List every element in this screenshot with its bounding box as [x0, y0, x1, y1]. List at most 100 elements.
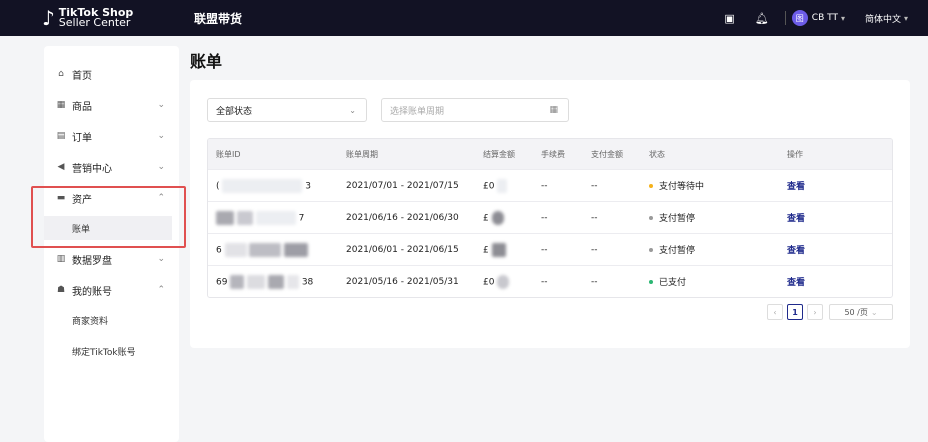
sidebar-item-label: 账单 [72, 224, 91, 235]
redacted-bill-id [216, 210, 234, 225]
bill-id-end: 7 [298, 213, 305, 223]
redacted-bill-id [236, 210, 253, 225]
app-section-title: 联盟带货 [194, 11, 243, 26]
column-header-period: 账单周期 [346, 149, 378, 159]
chevron-down-icon: ⌄ [157, 162, 165, 172]
bell-icon[interactable]: 🔔︎ [755, 12, 769, 25]
status-badge: 支付等待中 [659, 182, 705, 192]
redacted-amount [491, 210, 504, 225]
sidebar-item-assets[interactable]: ▬ 资产 ⌃ [44, 186, 179, 210]
view-bill-link[interactable]: 查看 [787, 182, 805, 192]
chevron-up-icon: ⌃ [157, 285, 165, 295]
view-bill-link[interactable]: 查看 [787, 214, 805, 224]
chevron-down-icon: ⌄ [349, 105, 356, 115]
sidebar-item-label: 数据罗盘 [72, 255, 112, 267]
language-label: 简体中文 [864, 14, 901, 25]
bill-amount: £ [483, 213, 489, 223]
wallet-icon: ▬ [56, 193, 66, 203]
prev-page-button[interactable]: ‹ [767, 304, 783, 320]
pagination: ‹ 1 › 50 /页 ⌄ [763, 304, 893, 320]
redacted-bill-id [247, 274, 266, 289]
redacted-bill-id [224, 242, 247, 257]
sidebar-item-label: 商品 [72, 101, 92, 113]
column-header-paid: 支付金额 [591, 149, 623, 159]
chevron-down-icon: ▾ [840, 13, 845, 23]
bill-period: 2021/07/01 - 2021/07/15 [346, 180, 459, 191]
sidebar-subitem-merchant-profile[interactable]: 商家资料 [44, 308, 179, 332]
logo-line2: Seller Center [58, 16, 131, 29]
redacted-bill-id [268, 274, 285, 289]
bill-amount: £0 [483, 181, 495, 191]
status-dot [649, 183, 653, 188]
redacted-bill-id [222, 178, 303, 193]
column-header-amount: 结算金额 [483, 149, 515, 159]
bills-table: 账单ID 账单周期 结算金额 手续费 支付金额 状态 操作 ( 3 2021/0… [207, 138, 893, 298]
chart-icon: ▥ [56, 254, 66, 264]
megaphone-icon: ◀ [57, 162, 65, 172]
bill-id-start: 6 [216, 245, 222, 255]
sidebar-item-marketing[interactable]: ◀ 营销中心 ⌄ [44, 155, 179, 179]
sidebar-item-label: 首页 [72, 70, 92, 82]
view-bill-link[interactable]: 查看 [787, 278, 805, 288]
bill-period: 2021/05/16 - 2021/05/31 [346, 276, 459, 287]
sidebar-item-label: 商家资料 [72, 316, 109, 327]
sidebar-subitem-bills[interactable]: 账单 [44, 216, 172, 240]
column-header-bill-id: 账单ID [216, 149, 241, 159]
sidebar-item-orders[interactable]: ▤ 订单 ⌄ [44, 124, 179, 148]
status-dot [649, 279, 653, 284]
status-filter-select[interactable]: 全部状态 ⌄ [207, 98, 367, 122]
sidebar-item-products[interactable]: ▦ 商品 ⌄ [44, 93, 179, 117]
home-icon: ⌂ [58, 69, 64, 79]
order-icon: ▤ [56, 131, 66, 141]
product-icon: ▦ [56, 100, 66, 110]
status-dot [649, 247, 653, 252]
bill-paid: -- [591, 276, 598, 287]
chevron-down-icon: ⌄ [157, 100, 165, 110]
sidebar-item-label: 资产 [72, 194, 92, 206]
next-page-button[interactable]: › [807, 304, 823, 320]
bill-period-placeholder: 选择账单周期 [390, 106, 445, 117]
language-selector[interactable]: 简体中文 ▾ [865, 12, 908, 25]
user-icon: ☗ [56, 285, 66, 295]
bill-fee: -- [541, 212, 548, 223]
user-menu[interactable]: 图 CB TT ▾ [791, 10, 845, 26]
column-header-status: 状态 [649, 149, 665, 159]
sidebar-subitem-bind-tiktok[interactable]: 绑定TikTok账号 [44, 339, 179, 363]
page-title: 账单 [190, 52, 223, 71]
sidebar-item-label: 订单 [72, 132, 92, 144]
sidebar-item-home[interactable]: ⌂ 首页 [44, 62, 179, 86]
view-bill-link[interactable]: 查看 [787, 246, 805, 256]
status-dot [649, 215, 653, 220]
current-page-button[interactable]: 1 [787, 304, 803, 320]
sidebar-item-data-compass[interactable]: ▥ 数据罗盘 ⌄ [44, 247, 179, 271]
bill-amount: £0 [483, 277, 495, 287]
bill-amount: £ [483, 245, 489, 255]
calendar-icon: ▦ [549, 105, 558, 115]
bill-fee: -- [541, 180, 548, 191]
table-row: ( 3 2021/07/01 - 2021/07/15 £0 -- -- 支付等… [208, 169, 892, 201]
message-icon[interactable]: ▣ [724, 12, 734, 25]
bill-fee: -- [541, 276, 548, 287]
page-size-select[interactable]: 50 /页 ⌄ [829, 304, 893, 320]
chevron-down-icon: ⌄ [870, 307, 878, 317]
bill-period-picker[interactable]: 选择账单周期 ▦ [381, 98, 569, 122]
redacted-bill-id [255, 210, 296, 225]
sidebar-item-label: 绑定TikTok账号 [72, 347, 136, 358]
chevron-down-icon: ⌄ [157, 254, 165, 264]
status-filter-value: 全部状态 [216, 106, 253, 117]
divider [784, 11, 786, 25]
status-badge: 支付暂停 [659, 246, 696, 256]
sidebar-item-my-account[interactable]: ☗ 我的账号 ⌃ [44, 278, 179, 302]
table-row: 69 38 2021/05/16 - 2021/05/31 £0 -- -- 已… [208, 265, 892, 297]
status-badge: 已支付 [659, 278, 687, 288]
chevron-up-icon: ⌃ [157, 193, 165, 203]
redacted-amount [497, 178, 508, 193]
redacted-amount [497, 274, 510, 289]
table-header: 账单ID 账单周期 结算金额 手续费 支付金额 状态 操作 [208, 139, 892, 169]
sidebar-item-label: 我的账号 [72, 286, 112, 298]
bill-id-end: 38 [301, 277, 314, 287]
bill-fee: -- [541, 244, 548, 255]
logo[interactable]: ♪ TikTok Shop Seller Center [42, 6, 192, 30]
chevron-down-icon: ⌄ [157, 131, 165, 141]
top-bar: ♪ TikTok Shop Seller Center 联盟带货 ▣ 🔔︎ 图 … [0, 0, 928, 36]
